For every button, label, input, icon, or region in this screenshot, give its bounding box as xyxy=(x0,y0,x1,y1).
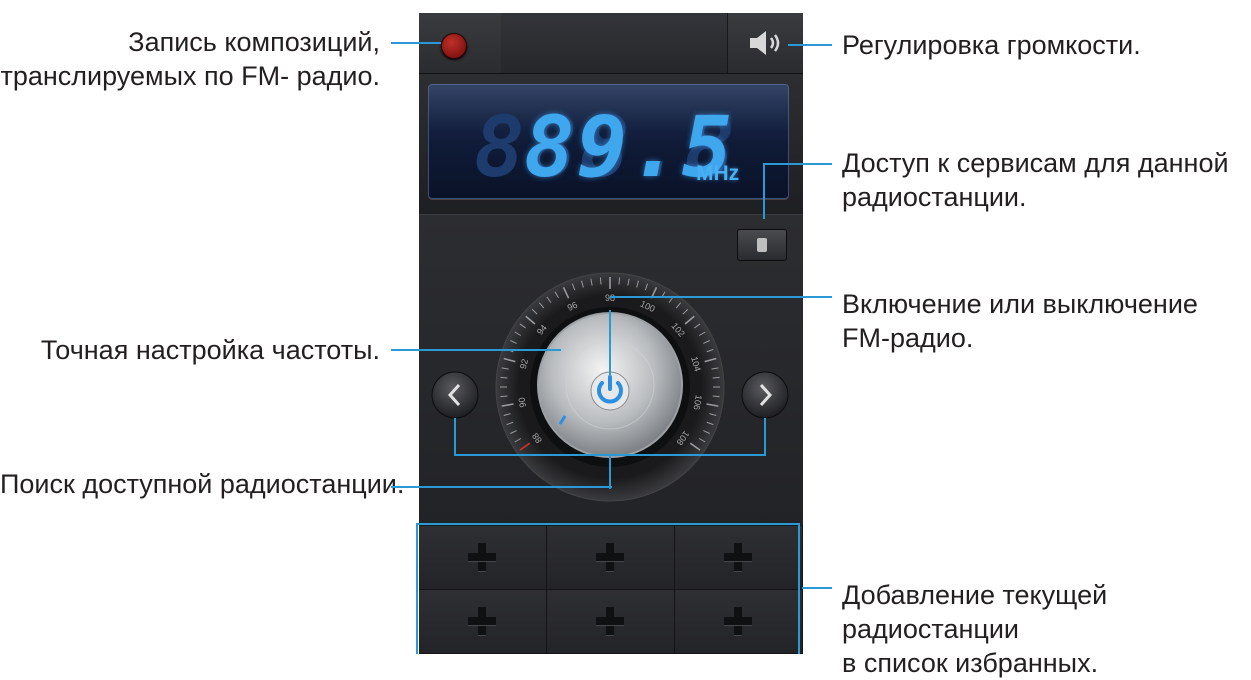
dial-scale-label: 98 xyxy=(605,293,615,303)
tuner-dial-area: 88 90 92 94 96 98 100 102 104 106 108 xyxy=(419,214,803,525)
preset-slot[interactable] xyxy=(419,590,547,654)
leader-station-services-v xyxy=(763,163,765,219)
preset-slot[interactable] xyxy=(547,590,675,654)
callout-volume: Регулировка громкости. xyxy=(842,30,1141,60)
callout-favorites: Добавление текущей радиостанции в список… xyxy=(842,580,1108,678)
frequency-unit: MHz xyxy=(696,162,740,185)
preset-slot[interactable] xyxy=(675,590,803,654)
power-button[interactable] xyxy=(590,371,630,411)
dial-tick xyxy=(712,376,720,379)
callout-station-services: Доступ к сервисам для данной радиостанци… xyxy=(842,148,1229,212)
dial-tick xyxy=(618,277,621,285)
lcd-display: 888.8 89.5 MHz xyxy=(428,84,789,199)
preset-slot[interactable] xyxy=(419,526,547,590)
preset-slot[interactable] xyxy=(675,526,803,590)
dial-tick xyxy=(599,277,602,285)
favorites-grid xyxy=(419,526,803,654)
dial-tick xyxy=(712,395,720,398)
fm-radio-screen: 888.8 89.5 MHz 88 90 92 94 96 98 100 102… xyxy=(419,13,803,654)
seek-prev-button[interactable] xyxy=(431,371,479,419)
top-toolbar xyxy=(419,13,803,74)
plus-icon xyxy=(596,607,624,635)
seek-next-button[interactable] xyxy=(741,371,789,419)
frequency-display-area: 888.8 89.5 MHz xyxy=(419,74,803,214)
toolbar-center xyxy=(501,13,727,73)
dial-scale-label: 90 xyxy=(517,397,529,409)
leader-power xyxy=(610,296,832,298)
dial-tick xyxy=(500,376,508,379)
leader-fine-tune xyxy=(391,349,561,351)
plus-icon xyxy=(724,543,752,571)
plus-icon xyxy=(468,607,496,635)
callout-search: Поиск доступной радиостанции. xyxy=(0,469,405,499)
volume-icon[interactable] xyxy=(746,27,790,59)
leader-search xyxy=(391,486,612,488)
leader-favorites xyxy=(802,587,832,589)
plus-icon xyxy=(596,543,624,571)
callout-fine-tune: Точная настройка частоты. xyxy=(40,335,380,365)
preset-slot[interactable] xyxy=(547,526,675,590)
leader-station-services-h xyxy=(763,163,832,165)
record-button[interactable] xyxy=(441,33,467,59)
leader-volume xyxy=(788,44,832,46)
volume-segment xyxy=(727,13,803,73)
callout-power: Включение или выключение FM-радио. xyxy=(842,289,1198,353)
dial-tick xyxy=(500,395,508,398)
plus-icon xyxy=(724,607,752,635)
callout-record: Запись композиций, транслируемых по FM- … xyxy=(0,27,380,91)
plus-icon xyxy=(468,543,496,571)
leader-record xyxy=(391,42,441,44)
tuner-dial: 889092949698100102104106108 xyxy=(431,272,789,502)
